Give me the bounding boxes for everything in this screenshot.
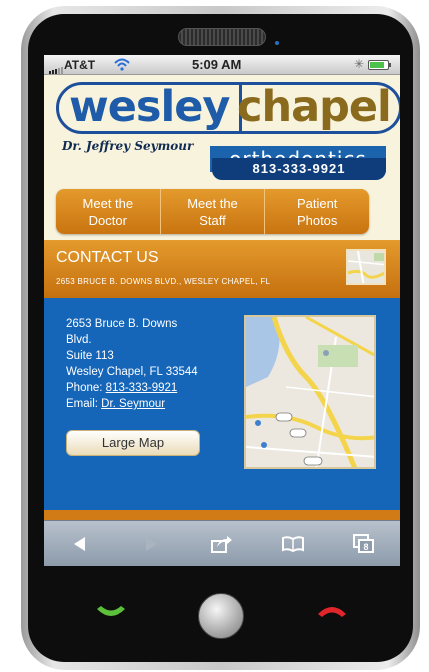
address-block: 2653 Bruce B. Downs Blvd. Suite 113 Wesl… <box>66 316 198 412</box>
phone-link[interactable]: 813-333-9921 <box>106 382 178 394</box>
tabs-icon[interactable]: 8 <box>349 530 379 558</box>
address-line: 2653 Bruce B. Downs <box>66 318 178 330</box>
email-link[interactable]: Dr. Seymour <box>101 398 165 410</box>
bookmarks-icon[interactable] <box>278 530 308 558</box>
map-thumbnail-graphic <box>348 251 384 283</box>
contact-details: 2653 Bruce B. Downs Blvd. Suite 113 Wesl… <box>44 298 400 510</box>
nav-meet-doctor[interactable]: Meet the Doctor <box>56 189 161 234</box>
map-thumbnail[interactable] <box>346 249 386 285</box>
logo-chapel[interactable]: chapel <box>229 82 400 134</box>
battery-level <box>370 62 384 68</box>
email-label: Email: <box>66 398 98 410</box>
contact-address-caps: 2653 BRUCE B. DOWNS BLVD., WESLEY CHAPEL… <box>56 277 271 286</box>
battery-icon <box>368 60 391 70</box>
speaker-grille <box>178 28 266 46</box>
nav-meet-doctor-label: Meet the Doctor <box>82 195 134 228</box>
address-line: Wesley Chapel, FL 33544 <box>66 366 198 378</box>
header-phone-link[interactable]: 813-333-9921 <box>212 158 386 180</box>
large-map-button[interactable]: Large Map <box>66 430 200 456</box>
phone-row: Phone: 813-333-9921 <box>66 380 198 396</box>
forward-icon[interactable] <box>136 530 166 558</box>
status-time: 5:09 AM <box>192 57 242 72</box>
call-end-icon[interactable] <box>316 604 348 618</box>
doctor-name: Dr. Jeffrey Seymour <box>62 139 194 153</box>
call-answer-icon[interactable] <box>95 605 127 619</box>
logo-wesley[interactable]: wesley <box>56 82 243 134</box>
phone-screen: AT&T 5:09 AM ✳ wesley chapel orthodontic… <box>44 55 400 566</box>
footer-strip <box>44 510 400 520</box>
front-camera <box>275 41 279 45</box>
signal-icon <box>49 67 63 74</box>
back-icon[interactable] <box>65 530 95 558</box>
home-button[interactable] <box>198 593 244 639</box>
browser-toolbar: 8 <box>44 520 400 566</box>
bluetooth-icon: ✳ <box>354 57 365 71</box>
wifi-icon <box>114 58 130 71</box>
contact-title: CONTACT US <box>56 249 159 266</box>
main-nav: Meet the Doctor Meet the Staff Patient P… <box>56 189 369 234</box>
carrier-label: AT&T <box>64 58 96 72</box>
nav-meet-staff[interactable]: Meet the Staff <box>161 189 266 234</box>
address-line: Blvd. <box>66 334 92 346</box>
nav-patient-photos[interactable]: Patient Photos <box>265 189 369 234</box>
contact-header[interactable]: CONTACT US 2653 BRUCE B. DOWNS BLVD., WE… <box>44 240 400 298</box>
address-line: Suite 113 <box>66 350 114 362</box>
site-header: wesley chapel orthodontics Dr. Jeffrey S… <box>44 75 400 189</box>
location-map-graphic <box>246 317 374 467</box>
email-row: Email: Dr. Seymour <box>66 396 198 412</box>
phone-label: Phone: <box>66 382 103 394</box>
location-map[interactable] <box>244 315 376 469</box>
nav-meet-staff-label: Meet the Staff <box>187 195 238 228</box>
tab-count: 8 <box>364 542 369 552</box>
nav-patient-photos-label: Patient Photos <box>296 195 338 228</box>
share-icon[interactable] <box>207 530 237 558</box>
status-bar: AT&T 5:09 AM ✳ <box>44 55 400 75</box>
